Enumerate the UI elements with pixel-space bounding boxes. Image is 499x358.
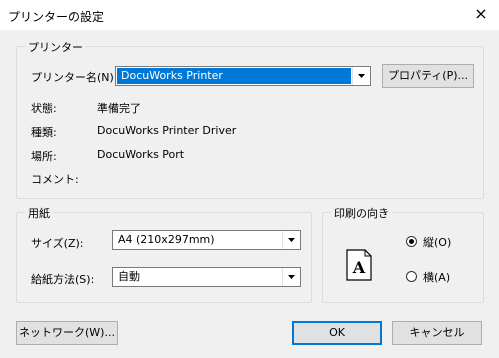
paper-source-label-text: 給紙方法 (31, 273, 75, 286)
close-icon[interactable]: × (473, 6, 489, 22)
orientation-preview-letter: A (352, 258, 366, 277)
landscape-label[interactable]: 横(A) (423, 269, 450, 285)
printer-name-select[interactable]: DocuWorks Printer (115, 66, 371, 86)
paper-source-select[interactable]: 自動 (112, 267, 301, 287)
chevron-down-icon (288, 275, 295, 279)
paper-source-label: 給紙方法(S): (31, 271, 94, 287)
status-label: 状態: (31, 102, 57, 115)
properties-button[interactable]: プロパティ(P)... (382, 64, 474, 88)
paper-size-label-key: (Z): (63, 237, 84, 250)
comment-label: コメント: (31, 173, 79, 186)
landscape-radio[interactable] (406, 271, 417, 282)
window-title: プリンターの設定 (8, 10, 105, 24)
chevron-down-icon (288, 238, 295, 242)
printer-name-label: プリンター名(N): (31, 69, 118, 85)
orientation-group-title: 印刷の向き (331, 205, 392, 221)
printer-group-title: プリンター (25, 39, 86, 55)
paper-source-label-key: (S): (75, 273, 95, 286)
portrait-page-icon: A (346, 249, 372, 281)
network-button[interactable]: ネットワーク(W)... (16, 321, 118, 345)
portrait-radio-dot (409, 239, 414, 244)
paper-size-value: A4 (210x297mm) (118, 233, 215, 246)
paper-size-label: サイズ(Z): (31, 235, 84, 251)
printer-name-dropdown-arrow[interactable] (352, 67, 370, 85)
title-bar: プリンターの設定 × (0, 0, 499, 30)
type-label: 種類: (31, 126, 57, 139)
paper-size-select[interactable]: A4 (210x297mm) (112, 230, 301, 250)
paper-source-dropdown-arrow[interactable] (282, 268, 300, 286)
printer-name-label-text: プリンター名 (31, 71, 97, 84)
ok-button[interactable]: OK (292, 321, 382, 345)
paper-group-title: 用紙 (25, 205, 53, 221)
type-value: DocuWorks Printer Driver (97, 124, 237, 137)
portrait-label[interactable]: 縦(O) (423, 234, 451, 250)
status-value: 準備完了 (97, 102, 141, 115)
cancel-button[interactable]: キャンセル (392, 321, 482, 345)
printer-name-value: DocuWorks Printer (117, 68, 351, 84)
paper-source-value: 自動 (118, 270, 140, 283)
paper-group: 用紙 (16, 205, 312, 303)
location-label: 場所: (31, 150, 57, 163)
portrait-radio[interactable] (406, 236, 417, 247)
paper-size-label-text: サイズ (31, 237, 64, 250)
paper-size-dropdown-arrow[interactable] (282, 231, 300, 249)
chevron-down-icon (358, 74, 365, 78)
location-value: DocuWorks Port (97, 148, 185, 161)
